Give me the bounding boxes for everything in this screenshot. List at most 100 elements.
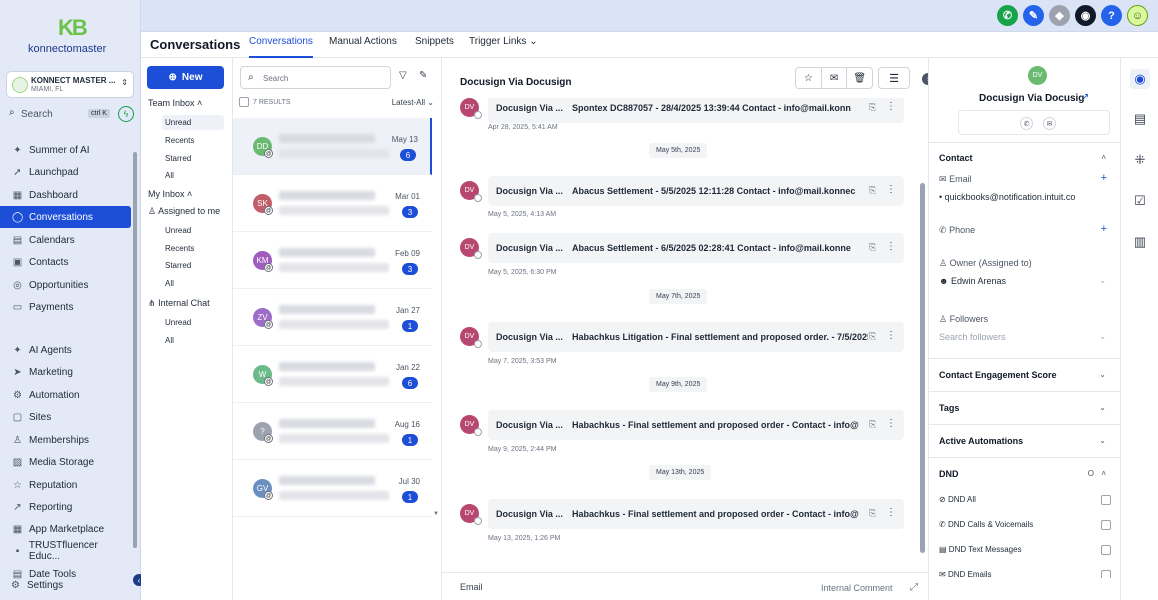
owner-select[interactable]: ☻ Edwin Arenas bbox=[939, 276, 1006, 286]
account-switcher[interactable]: KONNECT MASTER ... MIAMI, FL ⇕ bbox=[6, 71, 134, 98]
engagement-section[interactable]: Contact Engagement Score ⌄ bbox=[929, 358, 1120, 391]
sidebar-item-summer-of-ai[interactable]: ✦ Summer of AI bbox=[0, 139, 131, 161]
sidebar-item-launchpad[interactable]: ➚ Launchpad bbox=[0, 161, 131, 183]
assigned-to-me[interactable]: ♙ Assigned to me bbox=[148, 206, 220, 217]
conversation-search[interactable]: ⌕ Search bbox=[240, 66, 391, 89]
contact-details-icon[interactable]: ◉ bbox=[1130, 69, 1150, 89]
email-value[interactable]: • quickbooks@notification.intuit.co bbox=[939, 192, 1075, 202]
sidebar-item-media-storage[interactable]: ▨ Media Storage bbox=[0, 451, 131, 473]
sidebar-item-automation[interactable]: ⚙ Automation bbox=[0, 384, 131, 406]
chevron-down-icon[interactable]: ⌄ bbox=[1099, 332, 1106, 341]
email-icon[interactable]: ✉ bbox=[1043, 117, 1056, 130]
sidebar-item-reporting[interactable]: ↗ Reporting bbox=[0, 496, 131, 518]
sidebar-item-opportunities[interactable]: ◎ Opportunities bbox=[0, 274, 131, 296]
tab-manual-actions[interactable]: Manual Actions bbox=[329, 36, 397, 58]
dnd-emails-checkbox[interactable] bbox=[1101, 570, 1111, 578]
megaphone-icon[interactable]: ◆ bbox=[1049, 5, 1070, 26]
team-all[interactable]: All bbox=[165, 171, 174, 180]
expand-composer-icon[interactable]: ⤢ bbox=[910, 582, 918, 593]
sidebar-item-payments[interactable]: ▭ Payments bbox=[0, 296, 131, 318]
bell-icon[interactable]: ◉ bbox=[1075, 5, 1096, 26]
followers-search[interactable]: Search followers bbox=[939, 332, 1006, 342]
lightning-icon[interactable]: ϟ bbox=[118, 106, 134, 122]
more-options-icon[interactable]: ⋮ bbox=[886, 418, 896, 429]
more-options-icon[interactable]: ⋮ bbox=[886, 184, 896, 195]
external-link-icon[interactable]: ↗ bbox=[1081, 92, 1089, 103]
add-email-icon[interactable]: + bbox=[1101, 172, 1107, 184]
tab-snippets[interactable]: Snippets bbox=[415, 36, 454, 58]
team-unread[interactable]: Unread bbox=[162, 115, 224, 130]
tab-conversations[interactable]: Conversations bbox=[249, 36, 313, 58]
dnd-calls-checkbox[interactable] bbox=[1101, 520, 1111, 530]
team-starred[interactable]: Starred bbox=[165, 154, 191, 163]
sidebar-item-app-marketplace[interactable]: ▦ App Marketplace bbox=[0, 518, 131, 540]
sidebar-item-ai-agents[interactable]: ✦ AI Agents bbox=[0, 339, 131, 361]
tasks-icon[interactable]: ☑ bbox=[1130, 191, 1150, 211]
team-inbox-toggle[interactable]: Team Inbox ˄ bbox=[148, 98, 202, 108]
team-recents[interactable]: Recents bbox=[165, 136, 194, 145]
conversation-item[interactable]: KM @ Feb 09 3 bbox=[233, 232, 432, 289]
email-message[interactable]: Docusign Via ... Abacus Settlement - 5/5/… bbox=[488, 176, 904, 206]
add-phone-icon[interactable]: + bbox=[1101, 223, 1107, 235]
automations-section[interactable]: Active Automations ⌄ bbox=[929, 424, 1120, 457]
dnd-all-checkbox[interactable] bbox=[1101, 495, 1111, 505]
email-message[interactable]: Docusign Via ... Habachkus - Final settle… bbox=[488, 499, 904, 529]
sidebar-search[interactable]: ⌕ Search ctrl K bbox=[6, 106, 112, 123]
filter-icon[interactable]: ▽ bbox=[399, 70, 407, 81]
composer-email-tab[interactable]: Email bbox=[460, 582, 483, 592]
select-all-checkbox[interactable] bbox=[239, 97, 249, 107]
conversation-item[interactable]: ZV @ Jan 27 1 bbox=[233, 289, 432, 346]
sidebar-scrollbar[interactable] bbox=[133, 152, 137, 548]
chevron-down-icon[interactable]: ⌄ bbox=[1099, 276, 1106, 285]
sidebar-item-dashboard[interactable]: ▦ Dashboard bbox=[0, 184, 131, 206]
assigned-starred[interactable]: Starred bbox=[165, 261, 191, 270]
chevron-up-icon[interactable]: ˄ bbox=[1101, 469, 1106, 478]
thread-filter-icon[interactable]: ☰ bbox=[878, 67, 910, 89]
assigned-all[interactable]: All bbox=[165, 279, 174, 288]
more-options-icon[interactable]: ⋮ bbox=[886, 101, 896, 112]
more-options-icon[interactable]: ⋮ bbox=[886, 241, 896, 252]
internal-chat[interactable]: ⋔ Internal Chat bbox=[148, 298, 210, 309]
assigned-unread[interactable]: Unread bbox=[165, 226, 191, 235]
sidebar-item-calendars[interactable]: ▤ Calendars bbox=[0, 229, 131, 251]
scroll-down-icon[interactable]: ▼ bbox=[433, 511, 439, 517]
sidebar-item-memberships[interactable]: ♙ Memberships bbox=[0, 429, 131, 451]
internal-all[interactable]: All bbox=[165, 336, 174, 345]
compose-icon[interactable]: ✎ bbox=[419, 70, 427, 81]
sidebar-item-settings[interactable]: ⚙ Settings bbox=[0, 578, 131, 592]
notes-icon[interactable]: ▥ bbox=[1130, 232, 1150, 252]
sidebar-item-sites[interactable]: ▢ Sites bbox=[0, 406, 131, 428]
calendar-icon[interactable]: ▤ bbox=[1130, 109, 1150, 129]
conversation-item[interactable]: GV @ Jul 30 1 bbox=[233, 460, 432, 517]
thread-scrollbar[interactable] bbox=[920, 183, 925, 553]
chevron-up-icon[interactable]: ˄ bbox=[1101, 153, 1106, 162]
star-icon[interactable]: ☆ bbox=[796, 68, 822, 88]
dnd-text-checkbox[interactable] bbox=[1101, 545, 1111, 555]
mark-read-icon[interactable]: ✉ bbox=[822, 68, 848, 88]
internal-unread[interactable]: Unread bbox=[165, 318, 191, 327]
new-conversation-button[interactable]: ⊕ New bbox=[147, 66, 224, 89]
brand-logo[interactable]: KB konnectomaster bbox=[28, 15, 118, 55]
my-inbox-toggle[interactable]: My Inbox ˄ bbox=[148, 189, 192, 199]
sidebar-item-conversations[interactable]: ◯ Conversations bbox=[0, 206, 131, 228]
tab-trigger-links[interactable]: Trigger Links ⌄ bbox=[469, 36, 538, 58]
sidebar-item-marketing[interactable]: ➤ Marketing bbox=[0, 361, 131, 383]
assigned-recents[interactable]: Recents bbox=[165, 244, 194, 253]
dnd-toggle[interactable]: O bbox=[1088, 469, 1094, 478]
user-avatar[interactable]: ☺ bbox=[1127, 5, 1148, 26]
conversation-item[interactable]: SK @ Mar 01 3 bbox=[233, 175, 432, 232]
help-icon[interactable]: ? bbox=[1101, 5, 1122, 26]
workflow-icon[interactable]: ⁜ bbox=[1130, 150, 1150, 170]
sidebar-item-reputation[interactable]: ☆ Reputation bbox=[0, 474, 131, 496]
email-message[interactable]: Docusign Via ... Spontex DC887057 - 28/4/… bbox=[488, 98, 904, 123]
magic-wand-icon[interactable]: ✎ bbox=[1023, 5, 1044, 26]
sidebar-item-trustfluencer-educ[interactable]: ▪ TRUSTfluencer Educ... bbox=[0, 540, 131, 562]
more-options-icon[interactable]: ⋮ bbox=[886, 330, 896, 341]
phone-icon[interactable]: ✆ bbox=[997, 5, 1018, 26]
conversation-item[interactable]: W @ Jan 22 6 bbox=[233, 346, 432, 403]
tags-section[interactable]: Tags ⌄ bbox=[929, 391, 1120, 424]
conversation-item[interactable]: DD @ May 13 6 bbox=[233, 118, 432, 175]
sort-dropdown[interactable]: Latest-All ⌄ bbox=[392, 98, 434, 107]
email-message[interactable]: Docusign Via ... Habachkus - Final settle… bbox=[488, 410, 904, 440]
conversation-item[interactable]: ? @ Aug 16 1 bbox=[233, 403, 432, 460]
